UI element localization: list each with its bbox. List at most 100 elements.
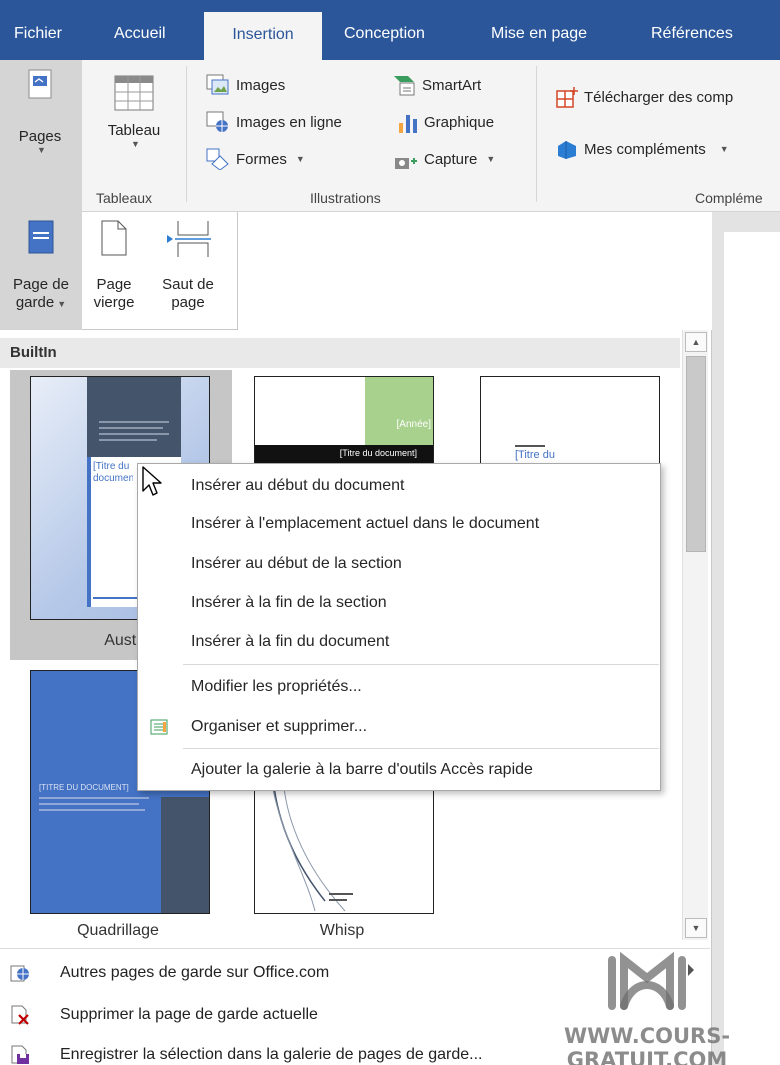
- mouvement-title-text: [Titre du document]: [339, 448, 417, 458]
- supprimer-label: Supprimer la page de garde actuelle: [60, 1006, 318, 1023]
- tableau-button[interactable]: Tableau ▼: [94, 74, 174, 149]
- online-image-icon: [206, 111, 228, 132]
- screenshot-icon: [395, 158, 417, 169]
- pages-label: Pages: [18, 128, 62, 145]
- ctx-modifier-proprietes[interactable]: Modifier les propriétés...: [138, 668, 660, 706]
- tab-references[interactable]: Références: [644, 14, 764, 60]
- ctx-separator: [183, 664, 659, 665]
- chevron-down-icon: ▼: [719, 144, 729, 154]
- ribbon: Pages ▼ Tableau ▼ Tableaux Images Images…: [0, 60, 780, 212]
- mes-complements-button[interactable]: Mes compléments ▼: [556, 138, 729, 160]
- quadrillage-dark-block: [161, 797, 209, 913]
- pages-button[interactable]: Pages ▼: [4, 66, 76, 155]
- tab-insertion[interactable]: Insertion: [204, 12, 322, 60]
- delete-page-icon: [11, 1005, 29, 1025]
- chart-icon: [399, 115, 417, 133]
- shapes-icon: [206, 148, 229, 170]
- tab-conception[interactable]: Conception: [338, 14, 458, 60]
- page-vierge-label-2: vierge: [93, 294, 135, 311]
- page-break-icon: [167, 221, 211, 257]
- page-vierge-button[interactable]: Page vierge: [88, 220, 140, 312]
- telecharger-complements-button[interactable]: Télécharger des comp: [556, 86, 733, 108]
- autres-pages-office-button[interactable]: Autres pages de garde sur Office.com: [10, 956, 329, 990]
- capture-button[interactable]: Capture ▼: [394, 148, 495, 170]
- page-de-garde-label-1: Page de: [13, 276, 69, 293]
- addins-icon: [558, 141, 576, 159]
- quadrillage-text-line: [39, 803, 139, 805]
- chevron-down-icon: ▼: [37, 145, 46, 155]
- austin-dark-block: [87, 377, 181, 469]
- smartart-button[interactable]: SmartArt: [392, 74, 481, 96]
- graphique-button[interactable]: Graphique: [398, 111, 494, 133]
- cover-page-icon: [28, 220, 54, 254]
- office-online-icon: [10, 965, 29, 982]
- group-label-illustrations: Illustrations: [310, 190, 381, 206]
- saut-de-page-button[interactable]: Saut de page: [150, 220, 226, 312]
- gallery-scrollbar[interactable]: ▲ ▼: [682, 330, 708, 940]
- gallery-label-quadrillage: Quadrillage: [77, 922, 159, 939]
- ctx-ajouter-galerie-acces-rapide[interactable]: Ajouter la galerie à la barre d'outils A…: [138, 751, 660, 789]
- capture-label: Capture: [424, 150, 478, 168]
- tab-mise-en-page[interactable]: Mise en page: [486, 14, 616, 60]
- graphique-label: Graphique: [424, 113, 495, 131]
- ctx-inserer-emplacement-actuel[interactable]: Insérer à l'emplacement actuel dans le d…: [138, 505, 660, 543]
- ribbon-separator: [536, 66, 537, 202]
- organizer-icon: [150, 719, 168, 735]
- ion-text-line: [515, 445, 545, 447]
- mouvement-title-bar: [Titre du document]: [255, 445, 433, 463]
- chevron-down-icon: ▼: [295, 154, 305, 164]
- supprimer-page-garde-button[interactable]: Supprimer la page de garde actuelle: [10, 998, 318, 1032]
- telecharger-label: Télécharger des comp: [584, 88, 734, 106]
- saut-de-page-label-1: Saut de: [162, 276, 214, 293]
- ribbon-tab-bar: Fichier Accueil Insertion Conception Mis…: [0, 0, 780, 60]
- gallery-label-whisp: Whisp: [319, 922, 365, 939]
- scroll-up-arrow[interactable]: ▲: [685, 332, 707, 352]
- images-button[interactable]: Images: [206, 74, 285, 96]
- store-icon: [556, 87, 578, 108]
- scrollbar-thumb[interactable]: [686, 356, 706, 552]
- watermark-text: WWW.COURS-GRATUIT.COM: [563, 1024, 731, 1065]
- scroll-down-arrow[interactable]: ▼: [685, 918, 707, 938]
- saut-de-page-label-2: page: [171, 294, 205, 311]
- gallery-header: BuiltIn: [0, 338, 680, 368]
- ion-title-text: [Titre du: [515, 449, 555, 461]
- images-en-ligne-label: Images en ligne: [236, 113, 342, 131]
- smartart-label: SmartArt: [422, 76, 482, 94]
- tab-accueil[interactable]: Accueil: [108, 14, 188, 60]
- autres-pages-label: Autres pages de garde sur Office.com: [60, 964, 330, 981]
- quadrillage-text-line: [39, 809, 145, 811]
- group-label-tableaux: Tableaux: [96, 190, 153, 206]
- ctx-inserer-fin-document[interactable]: Insérer à la fin du document: [138, 623, 660, 661]
- tab-fichier[interactable]: Fichier: [8, 14, 80, 60]
- austin-text-line: [99, 427, 163, 429]
- image-icon: [206, 74, 229, 95]
- austin-text-line: [99, 421, 169, 423]
- enregistrer-selection-button[interactable]: Enregistrer la sélection dans la galerie…: [10, 1038, 482, 1065]
- mouse-cursor-icon: [142, 466, 162, 496]
- enregistrer-label: Enregistrer la sélection dans la galerie…: [60, 1046, 483, 1063]
- ctx-organiser-supprimer[interactable]: Organiser et supprimer...: [138, 708, 660, 746]
- images-label: Images: [236, 76, 286, 94]
- page-de-garde-button[interactable]: Page de garde ▼: [0, 212, 82, 330]
- mouvement-green-block: [Année]: [365, 377, 433, 447]
- ctx-separator: [183, 748, 659, 749]
- context-menu: Insérer au début du document Insérer à l…: [137, 463, 661, 791]
- formes-button[interactable]: Formes ▼: [206, 148, 305, 170]
- pages-dropdown-panel: Page de garde ▼ Page vierge Saut de page: [0, 212, 238, 330]
- ribbon-separator: [186, 66, 187, 202]
- ctx-inserer-fin-section[interactable]: Insérer à la fin de la section: [138, 584, 660, 622]
- document-page[interactable]: [724, 232, 780, 1065]
- page-de-garde-label-2: garde ▼: [15, 294, 67, 311]
- blank-page-icon: [101, 220, 127, 256]
- austin-title-text: [Titre du document]: [93, 461, 133, 484]
- save-to-gallery-icon: [11, 1045, 29, 1064]
- ctx-inserer-debut-section[interactable]: Insérer au début de la section: [138, 545, 660, 583]
- smartart-icon: [394, 76, 415, 96]
- quadrillage-text-line: [39, 797, 149, 799]
- group-label-complements: Compléme: [695, 190, 763, 206]
- chevron-down-icon: ▼: [486, 154, 496, 164]
- ctx-inserer-debut-document[interactable]: Insérer au début du document: [138, 467, 660, 505]
- formes-label: Formes: [236, 150, 287, 168]
- mouvement-year-text: [Année]: [396, 419, 431, 430]
- images-en-ligne-button[interactable]: Images en ligne: [206, 111, 342, 133]
